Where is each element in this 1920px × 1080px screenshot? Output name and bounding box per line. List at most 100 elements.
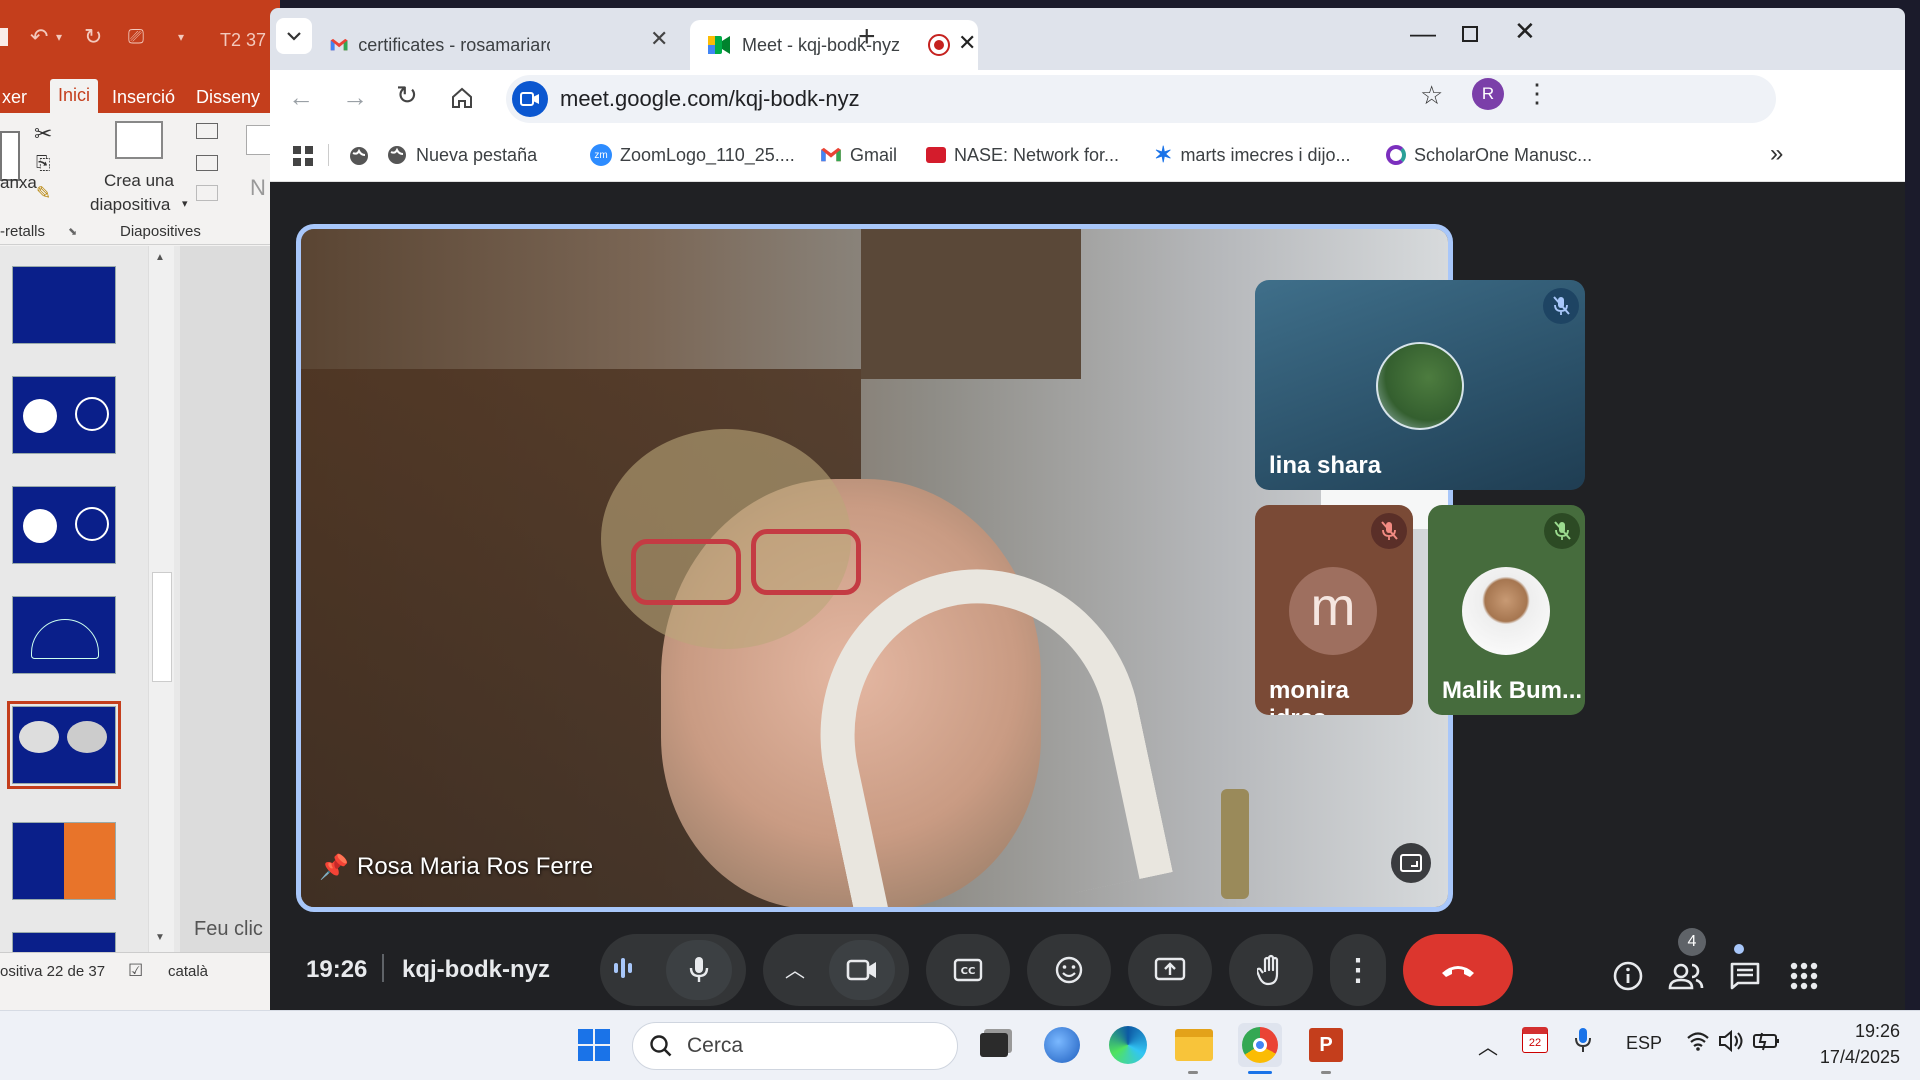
participant-tile[interactable]: Malik Bum...	[1428, 505, 1585, 715]
bookmark-item[interactable]: zm ZoomLogo_110_25....	[590, 128, 795, 182]
paste-label[interactable]: anxa	[0, 173, 37, 193]
bookmark-item[interactable]: ScholarOne Manusc...	[1386, 128, 1592, 182]
presenter-icon[interactable]: ⎚	[128, 26, 144, 49]
slide-thumbnail[interactable]	[12, 486, 116, 564]
emoji-reactions-button[interactable]	[1027, 934, 1111, 1006]
taskbar-app[interactable]	[1040, 1023, 1084, 1067]
tab-meet[interactable]: Meet - kqj-bodk-nyz ✕	[690, 20, 978, 70]
close-tab-icon[interactable]: ✕	[650, 26, 668, 52]
scroll-thumb[interactable]	[152, 572, 172, 682]
bookmark-item[interactable]: ✶ marts imecres i dijo...	[1154, 128, 1350, 182]
slide-thumbnail[interactable]	[12, 266, 116, 344]
ppt-tab-insert[interactable]: Inserció	[104, 81, 183, 114]
clock-date[interactable]: 17/4/2025	[1800, 1047, 1900, 1068]
volume-icon[interactable]	[1718, 1029, 1744, 1053]
slide-thumbnail[interactable]	[12, 822, 116, 900]
undo-dropdown-icon[interactable]: ▾	[56, 30, 62, 44]
site-info-icon[interactable]	[512, 81, 548, 117]
fullscreen-button[interactable]	[1391, 843, 1431, 883]
ppt-tab-design[interactable]: Disseny	[188, 81, 268, 114]
profile-avatar[interactable]: R	[1472, 78, 1504, 110]
maximize-icon[interactable]	[1462, 26, 1478, 42]
microphone-icon[interactable]	[1574, 1027, 1592, 1055]
people-button[interactable]	[1662, 952, 1710, 1000]
reset-icon[interactable]	[196, 155, 218, 171]
taskbar-app[interactable]	[1106, 1023, 1150, 1067]
new-slide-label-1[interactable]: Crea una	[104, 171, 174, 191]
activities-button[interactable]	[1780, 952, 1828, 1000]
scroll-up-icon[interactable]: ▲	[155, 252, 165, 263]
forward-icon[interactable]: →	[342, 82, 368, 113]
slide-thumbnail[interactable]	[12, 596, 116, 674]
new-slide-label-2[interactable]: diapositiva	[90, 195, 170, 215]
present-screen-button[interactable]	[1128, 934, 1212, 1006]
taskbar-search[interactable]: Cerca	[632, 1022, 958, 1070]
show-hidden-icons[interactable]: ︿	[1478, 1031, 1498, 1060]
layout-icon[interactable]	[196, 123, 218, 139]
more-options-button[interactable]: ⋮	[1330, 934, 1386, 1006]
audio-level-icon[interactable]	[614, 958, 632, 978]
address-bar[interactable]: meet.google.com/kqj-bodk-nyz	[506, 75, 1776, 123]
pin-icon[interactable]: 📌	[319, 853, 349, 882]
undo-icon[interactable]: ↶	[30, 24, 48, 50]
input-language[interactable]: ESP	[1626, 1033, 1662, 1054]
language-status[interactable]: català	[168, 963, 208, 980]
home-icon[interactable]	[450, 86, 474, 110]
notes-placeholder[interactable]: Feu clic	[194, 918, 263, 941]
wifi-icon[interactable]	[1686, 1031, 1710, 1051]
thumbnails-scrollbar[interactable]: ▲ ▼	[148, 246, 174, 952]
tab-search-button[interactable]	[276, 18, 312, 54]
dialog-launcher-icon[interactable]: ⬊	[68, 225, 77, 238]
globe-icon[interactable]	[348, 145, 370, 167]
battery-icon[interactable]	[1752, 1031, 1782, 1051]
slide-thumbnail-selected[interactable]	[7, 701, 121, 789]
raise-hand-button[interactable]	[1229, 934, 1313, 1006]
taskbar-app[interactable]	[1172, 1023, 1216, 1067]
bookmark-item[interactable]: NASE: Network for...	[926, 128, 1119, 182]
participant-tile[interactable]: m monira idres	[1255, 505, 1413, 715]
back-icon[interactable]: ←	[288, 82, 314, 113]
format-painter-icon[interactable]: ✎	[36, 183, 51, 204]
camera-button[interactable]	[829, 940, 895, 1000]
bookmark-item[interactable]: Gmail	[820, 128, 897, 182]
new-slide-dropdown-icon[interactable]: ▾	[182, 197, 188, 210]
cut-icon[interactable]: ✂	[34, 121, 52, 147]
clock-time[interactable]: 19:26	[1810, 1021, 1900, 1042]
calendar-icon[interactable]: 22	[1522, 1027, 1548, 1053]
chat-button[interactable]	[1721, 952, 1769, 1000]
start-button[interactable]	[572, 1023, 616, 1067]
camera-options-icon[interactable]: ︿	[785, 954, 805, 983]
captions-button[interactable]: CC	[926, 934, 1010, 1006]
scroll-down-icon[interactable]: ▼	[155, 932, 165, 943]
new-tab-icon[interactable]: +	[858, 20, 876, 54]
notes-check-icon[interactable]: ☑	[128, 961, 143, 981]
save-icon[interactable]	[0, 28, 8, 46]
customize-toolbar-icon[interactable]: ▾	[178, 30, 184, 44]
section-icon[interactable]	[196, 185, 218, 201]
apps-grid-icon[interactable]	[292, 145, 314, 167]
participant-tile[interactable]: lina shara	[1255, 280, 1585, 490]
close-window-icon[interactable]: ✕	[1514, 16, 1536, 47]
ppt-tab-file[interactable]: xer	[0, 81, 35, 114]
people-icon	[1668, 963, 1704, 990]
leave-call-button[interactable]	[1403, 934, 1513, 1006]
mic-button[interactable]	[666, 940, 732, 1000]
taskbar-app-active[interactable]	[1238, 1023, 1282, 1067]
ppt-tab-home[interactable]: Inici	[50, 79, 99, 113]
more-bookmarks-icon[interactable]: »	[1770, 140, 1783, 168]
meeting-details-button[interactable]	[1604, 952, 1652, 1000]
chrome-menu-icon[interactable]: ⋮	[1524, 78, 1550, 109]
copy-icon[interactable]: ⎘	[36, 153, 50, 174]
reload-icon[interactable]: ↻	[396, 80, 418, 111]
close-tab-icon[interactable]: ✕	[958, 30, 976, 56]
new-slide-icon[interactable]	[115, 121, 163, 159]
redo-icon[interactable]: ↻	[84, 24, 102, 50]
tab-gmail[interactable]: certificates - rosamariaros27@g	[330, 20, 550, 70]
bookmark-star-icon[interactable]: ☆	[1420, 80, 1443, 111]
url-text[interactable]: meet.google.com/kqj-bodk-nyz	[560, 86, 860, 112]
slide-thumbnail[interactable]	[12, 376, 116, 454]
bookmark-item[interactable]: Nueva pestaña	[386, 128, 537, 182]
task-view-button[interactable]	[972, 1023, 1016, 1067]
taskbar-app[interactable]: P	[1304, 1023, 1348, 1067]
minimize-icon[interactable]: —	[1410, 18, 1436, 49]
